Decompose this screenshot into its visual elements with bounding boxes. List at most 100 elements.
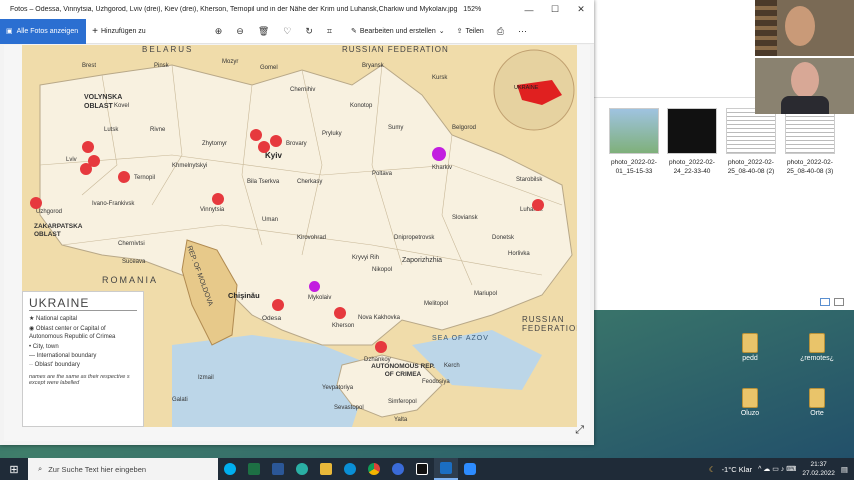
city-label: Simferopol xyxy=(388,399,417,405)
red-location-marker xyxy=(532,199,544,211)
file-thumbnail[interactable]: photo_2022-02-25_08-40-08 (3) xyxy=(782,108,838,176)
taskbar-search-input[interactable]: ⌕ Zur Suche Text hier eingeben xyxy=(28,458,218,480)
photos-app-icon[interactable] xyxy=(434,458,458,480)
legend-item-label: National capital xyxy=(36,316,78,322)
minimize-icon[interactable]: — xyxy=(516,5,542,15)
desktop-icon-folder[interactable]: ¿remotes¿ xyxy=(790,333,844,362)
window-title-text: Fotos – Odessa, Vinnytsia, Uzhgorod, Lvi… xyxy=(10,6,458,13)
city-label: Kherson xyxy=(332,323,355,329)
heart-icon[interactable]: ♡ xyxy=(276,26,298,37)
city-label: Mykolaiv xyxy=(308,295,332,301)
city-label: Kovel xyxy=(114,103,130,109)
red-location-marker xyxy=(270,135,282,147)
weather-text[interactable]: -1°C Klar xyxy=(722,465,753,474)
red-location-marker xyxy=(80,163,92,175)
zoom-in-icon[interactable]: ⊕ xyxy=(208,26,230,37)
city-label: Nikopol xyxy=(372,267,393,273)
city-label: Mozyr xyxy=(222,59,239,65)
add-to-label: Hinzufügen zu xyxy=(100,27,146,35)
notification-icon[interactable]: ▤ xyxy=(841,465,848,474)
file-thumbnail[interactable]: photo_2022-02-25_08-40-08 (2) xyxy=(723,108,779,176)
desktop-icon-folder[interactable]: Orte xyxy=(790,388,844,417)
folder-icon xyxy=(809,388,825,408)
maximize-icon[interactable]: ☐ xyxy=(542,4,568,15)
word-icon[interactable] xyxy=(266,458,290,480)
search-placeholder: Zur Suche Text hier eingeben xyxy=(48,464,147,474)
view-toggle-icon[interactable] xyxy=(834,298,844,306)
folder-icon xyxy=(742,333,758,353)
city-label: Chernihiv xyxy=(290,87,316,93)
city-label: Brest xyxy=(82,63,97,69)
title-bar: Fotos – Odessa, Vinnytsia, Uzhgorod, Lvi… xyxy=(0,0,594,19)
fullscreen-expand-icon[interactable]: ⤢ xyxy=(575,424,584,437)
app-icon[interactable] xyxy=(410,458,434,480)
search-icon: ⌕ xyxy=(38,464,43,473)
city-label: Gomel xyxy=(260,65,278,71)
view-toggle-icon[interactable] xyxy=(820,298,830,306)
share-icon: ⇪ xyxy=(456,28,463,35)
map-region-label: AUTONOMOUS REP. OF CRIMEA xyxy=(371,363,435,378)
red-location-marker xyxy=(212,193,224,205)
city-label: Pinsk xyxy=(154,63,169,69)
desktop-icon-folder[interactable]: Oluzo xyxy=(723,388,777,417)
edit-create-button[interactable]: ✎ Bearbeiten und erstellen ⌄ xyxy=(345,27,451,36)
city-label: Chernivtsi xyxy=(118,241,145,247)
file-thumbnail[interactable]: photo_2022-02-01_15-15-33 xyxy=(606,108,662,176)
city-label: Sloviansk xyxy=(452,215,478,221)
red-location-marker xyxy=(272,299,284,311)
image-canvas[interactable]: BELARUS RUSSIAN FEDERATION ROMANIA REP. … xyxy=(4,45,590,441)
app-icon[interactable] xyxy=(338,458,362,480)
city-label: Donetsk xyxy=(492,235,515,241)
zoom-out-icon[interactable]: ⊖ xyxy=(229,26,251,37)
participant-face xyxy=(785,6,815,46)
weather-icon[interactable]: ☾ xyxy=(709,465,716,474)
windows-start-icon[interactable]: ⊞ xyxy=(0,463,28,476)
city-label: Nova Kakhovka xyxy=(358,315,401,321)
chevron-down-icon: ⌄ xyxy=(438,28,445,35)
city-label: Zaporizhzhia xyxy=(402,257,443,264)
chrome-icon[interactable] xyxy=(362,458,386,480)
excel-icon[interactable] xyxy=(242,458,266,480)
folder-icon xyxy=(742,388,758,408)
file-name: photo_2022-02-25_08-40-08 (2) xyxy=(727,159,775,175)
rotate-icon[interactable]: ↻ xyxy=(298,26,320,37)
folder-icon[interactable] xyxy=(314,458,338,480)
image-thumbnail-icon xyxy=(785,108,835,154)
city-label: Horlivka xyxy=(508,251,530,257)
add-to-button[interactable]: + Hinzufügen zu xyxy=(86,26,152,37)
clock[interactable]: 21:37 27.02.2022 xyxy=(802,460,835,478)
share-label: Teilen xyxy=(465,27,484,35)
map-country-label: ROMANIA xyxy=(102,275,159,285)
city-label: Cherkasy xyxy=(297,179,323,185)
skype-icon[interactable] xyxy=(218,458,242,480)
video-feed-2 xyxy=(755,58,854,114)
crop-icon[interactable]: ⌗ xyxy=(320,26,339,37)
folder-icon xyxy=(809,333,825,353)
city-label: Vinnytsia xyxy=(200,207,225,213)
messaging-icon[interactable] xyxy=(386,458,410,480)
tray-icons[interactable]: ^ ☁ ▭ ♪ ⌨ xyxy=(758,465,796,473)
participant-face xyxy=(791,62,819,98)
edge-icon[interactable] xyxy=(290,458,314,480)
taskbar: ⊞ ⌕ Zur Suche Text hier eingeben ☾ -1°C … xyxy=(0,458,854,480)
all-photos-button[interactable]: ▣ Alle Fotos anzeigen xyxy=(0,18,87,44)
close-icon[interactable]: ✕ xyxy=(568,4,594,15)
more-icon[interactable]: ⋯ xyxy=(511,26,534,37)
file-thumbnail[interactable]: photo_2022-02-24_22-33-40 xyxy=(664,108,720,176)
delete-icon[interactable]: 🗑 xyxy=(251,26,276,37)
desktop-icon-folder[interactable]: pedd xyxy=(723,333,777,362)
red-location-marker xyxy=(250,129,262,141)
share-button[interactable]: ⇪ Teilen xyxy=(451,27,490,36)
video-feed-1 xyxy=(755,0,854,56)
city-label: Kryvyi Rih xyxy=(352,255,380,261)
city-label: Belgorod xyxy=(452,125,477,131)
print-icon[interactable]: ⎙ xyxy=(490,26,511,37)
zoom-icon[interactable] xyxy=(458,458,482,480)
zoom-level: 152% xyxy=(463,6,482,13)
desktop-icon-label: Orte xyxy=(810,410,824,417)
red-location-marker xyxy=(258,141,270,153)
city-label: Kirovohrad xyxy=(297,235,327,241)
photos-icon: ▣ xyxy=(6,28,13,35)
edit-create-label: Bearbeiten und erstellen xyxy=(359,27,436,35)
map-region-label: ZAKARPATSKA OBLAST xyxy=(34,223,83,238)
